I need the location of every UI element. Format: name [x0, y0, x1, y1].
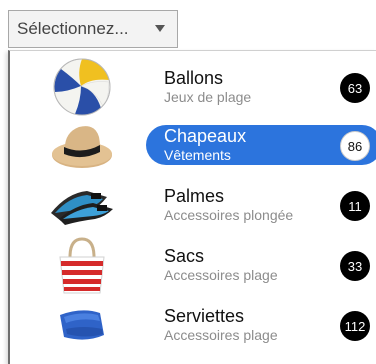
item-subtitle: Accessoires plage [164, 267, 278, 283]
item-subtitle: Accessoires plongée [164, 207, 294, 223]
towel-icon [46, 297, 118, 353]
item-subtitle: Vêtements [164, 147, 231, 163]
count-badge: 86 [340, 131, 370, 161]
count-badge: 33 [340, 251, 370, 281]
count-badge: 11 [340, 191, 370, 221]
swim-fins-icon [46, 177, 118, 233]
item-title: Serviettes [164, 306, 245, 326]
count-badge: 63 [340, 73, 370, 103]
volleyball-icon [46, 58, 118, 116]
item-subtitle: Jeux de plage [164, 89, 252, 105]
item-title: Sacs [164, 246, 205, 266]
list-item-sacs[interactable]: Sacs Accessoires plage 33 [10, 237, 376, 294]
straw-hat-icon [46, 117, 118, 173]
count-badge: 112 [340, 311, 370, 341]
striped-bag-icon [46, 237, 118, 294]
list-item-ballons[interactable]: Ballons Jeux de plage 63 [10, 58, 376, 116]
item-title: Ballons [164, 68, 224, 88]
triangle-down-icon[interactable] [155, 25, 165, 32]
dropdown-list[interactable]: Ballons Jeux de plage 63 Chapeaux Vêteme… [8, 50, 376, 364]
list-item-serviettes[interactable]: Serviettes Accessoires plage 112 [10, 297, 376, 353]
item-title: Chapeaux [164, 126, 247, 146]
select-value: Sélectionnez... [17, 19, 129, 38]
list-item-palmes[interactable]: Palmes Accessoires plongée 11 [10, 177, 376, 233]
item-title: Palmes [164, 186, 225, 206]
category-select[interactable]: Sélectionnez... [8, 10, 178, 48]
item-subtitle: Accessoires plage [164, 327, 278, 343]
list-item-chapeaux[interactable]: Chapeaux Vêtements 86 [10, 117, 376, 173]
